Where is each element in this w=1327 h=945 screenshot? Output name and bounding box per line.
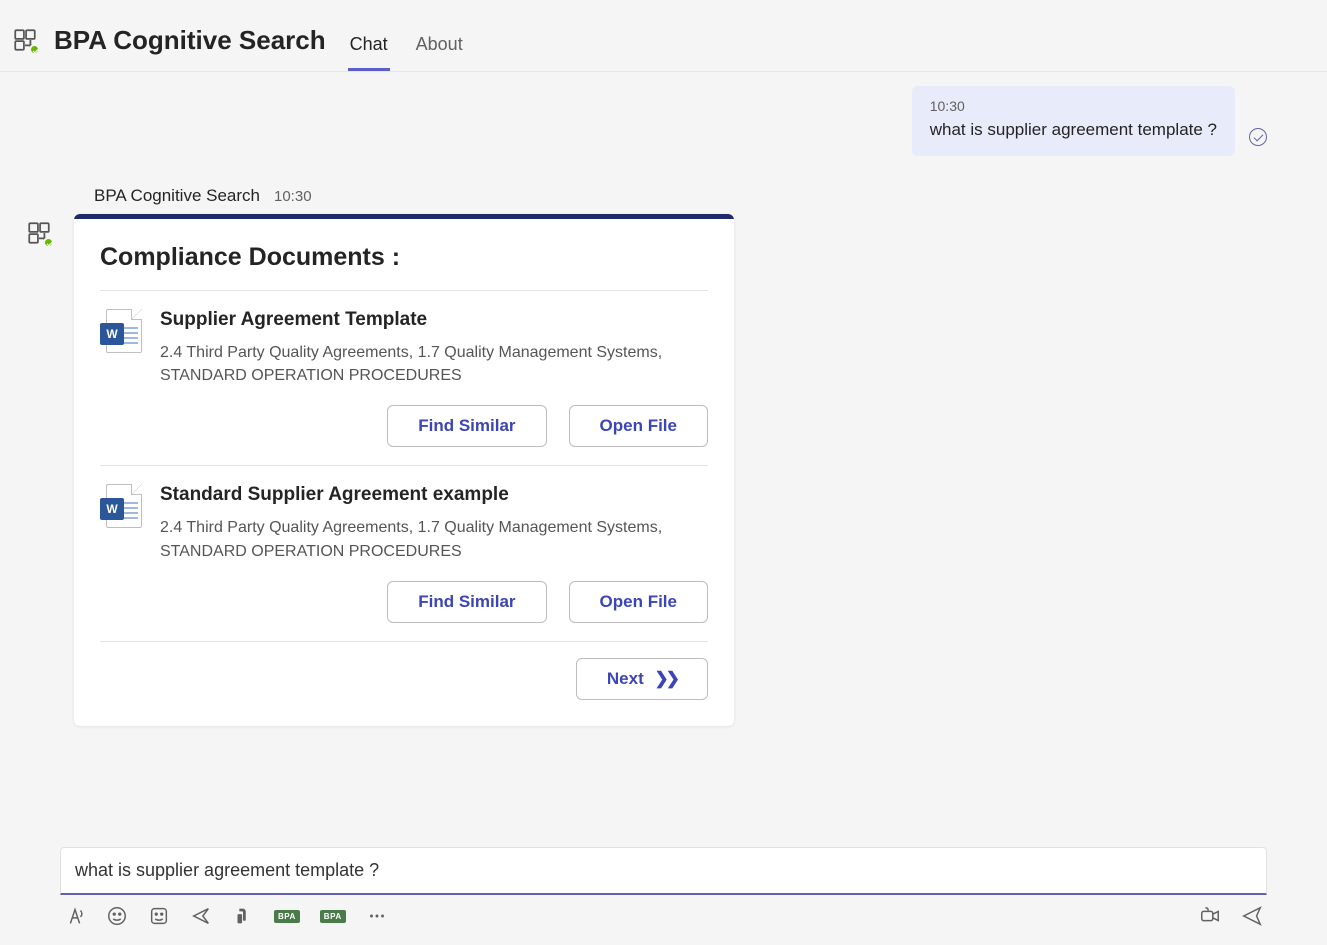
sticker-icon[interactable] (148, 905, 170, 927)
format-icon[interactable] (64, 905, 86, 927)
tab-about[interactable]: About (414, 34, 465, 71)
bot-avatar (26, 220, 56, 250)
send-button[interactable] (1241, 905, 1263, 927)
document-title: Supplier Agreement Template (160, 309, 708, 331)
app-icon (12, 27, 40, 55)
send-priority-icon[interactable] (190, 905, 212, 927)
user-message-text: what is supplier agreement template ? (930, 120, 1217, 140)
attachment-icon[interactable] (232, 905, 254, 927)
document-result: W Standard Supplier Agreement example 2.… (100, 465, 708, 640)
header-tabs: Chat About (348, 10, 465, 71)
compose-toolbar: BPA BPA (60, 895, 1267, 931)
document-title: Standard Supplier Agreement example (160, 484, 708, 506)
results-card: Compliance Documents : W Supplier Agreem… (74, 214, 734, 726)
message-input[interactable] (75, 860, 1252, 881)
document-result: W Supplier Agreement Template 2.4 Third … (100, 290, 708, 465)
bot-name: BPA Cognitive Search (94, 186, 260, 206)
find-similar-button[interactable]: Find Similar (387, 405, 546, 447)
more-options-icon[interactable] (366, 905, 388, 927)
next-button-label: Next (607, 669, 644, 688)
user-message-row: 10:30 what is supplier agreement templat… (60, 86, 1267, 156)
app-title: BPA Cognitive Search (54, 25, 326, 56)
compose-input-wrap[interactable] (60, 847, 1267, 895)
bpa-extension-icon[interactable]: BPA (274, 910, 300, 923)
read-receipt-icon (1249, 128, 1267, 146)
bpa-extension-icon[interactable]: BPA (320, 910, 346, 923)
chat-scroll-area[interactable]: 10:30 what is supplier agreement templat… (0, 72, 1327, 847)
emoji-icon[interactable] (106, 905, 128, 927)
user-message-time: 10:30 (930, 98, 1217, 114)
compose-area: BPA BPA (0, 847, 1327, 945)
document-description: 2.4 Third Party Quality Agreements, 1.7 … (160, 341, 708, 387)
word-doc-icon: W (100, 309, 142, 357)
next-button[interactable]: Next ❯❯ (576, 658, 708, 700)
app-header: BPA Cognitive Search Chat About (0, 0, 1327, 72)
bot-message-row: BPA Cognitive Search 10:30 Compliance Do… (60, 186, 1267, 726)
document-description: 2.4 Third Party Quality Agreements, 1.7 … (160, 516, 708, 562)
tab-chat[interactable]: Chat (348, 34, 390, 71)
presence-available-icon (29, 44, 40, 55)
open-file-button[interactable]: Open File (569, 581, 708, 623)
presence-available-icon (43, 237, 54, 248)
chevron-right-double-icon: ❯❯ (655, 669, 678, 688)
bot-message-meta: BPA Cognitive Search 10:30 (74, 186, 734, 214)
card-title: Compliance Documents : (100, 243, 708, 272)
word-doc-icon: W (100, 484, 142, 532)
user-message-bubble[interactable]: 10:30 what is supplier agreement templat… (912, 86, 1235, 156)
video-reply-icon[interactable] (1199, 905, 1221, 927)
open-file-button[interactable]: Open File (569, 405, 708, 447)
bot-message-time: 10:30 (274, 188, 312, 205)
find-similar-button[interactable]: Find Similar (387, 581, 546, 623)
